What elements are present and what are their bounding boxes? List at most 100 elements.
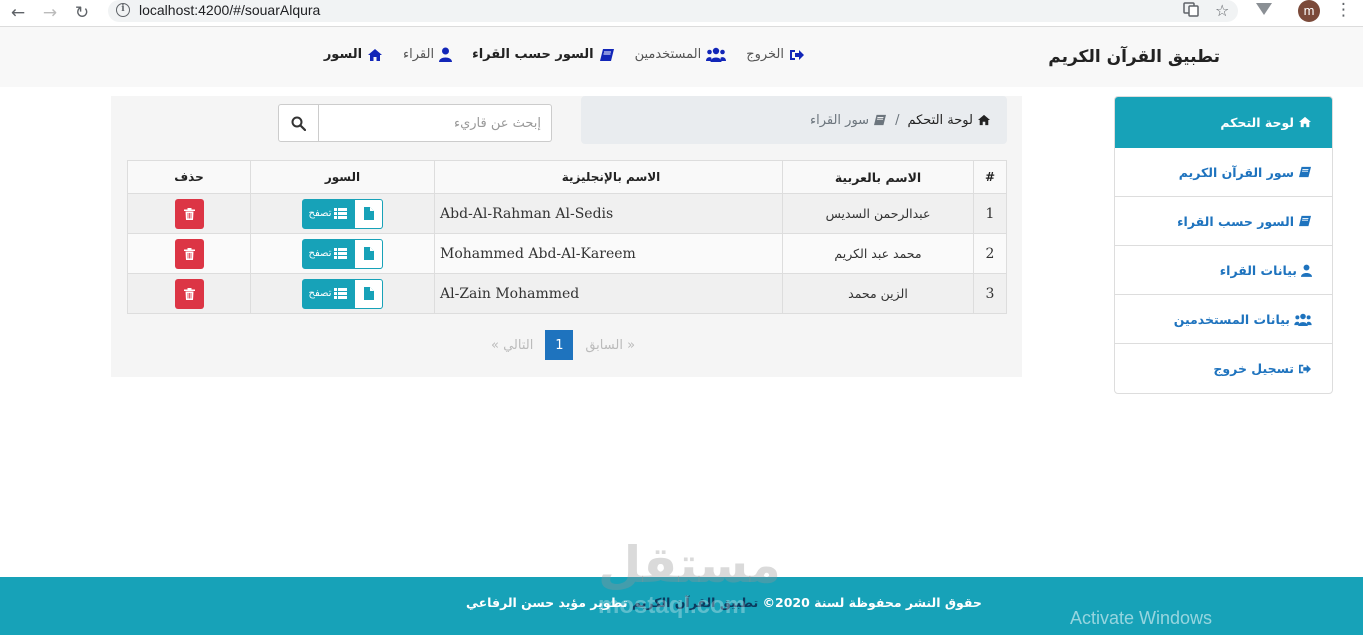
nav-link-logout[interactable]: الخروج: [746, 47, 805, 62]
bookmark-star-icon[interactable]: ☆: [1215, 1, 1229, 20]
sidebar-item-label: سور القرآن الكريم: [1178, 164, 1294, 180]
browse-label: تصفح: [308, 288, 332, 299]
browse-button[interactable]: تصفح: [301, 238, 355, 269]
table-row: 3 الزين محمد Al-Zain Mohammed تصفح: [127, 273, 1007, 314]
users-icon: [1294, 313, 1312, 326]
extension-icon[interactable]: [1256, 3, 1272, 15]
pagination-next[interactable]: التالي »: [479, 338, 545, 353]
browser-toolbar: ← → ↻ i localhost:4200/#/souarAlqura ☆ m…: [0, 0, 1363, 27]
nav-link-sour[interactable]: السور: [324, 47, 383, 62]
list-icon: [334, 248, 348, 259]
delete-button[interactable]: [174, 278, 204, 309]
table-row: 1 عبدالرحمن السديس Abd-Al-Rahman Al-Sedi…: [127, 193, 1007, 234]
sour-file-button[interactable]: [354, 278, 384, 309]
readers-table: # الاسم بالعربية الاسم بالإنجليزية السور…: [127, 160, 1007, 314]
nav-link-sour-by-readers[interactable]: السور حسب القراء: [472, 47, 615, 62]
list-icon: [334, 208, 348, 219]
nav-link-label: السور: [323, 47, 363, 62]
breadcrumb-home-label: لوحة التحكم: [907, 112, 973, 128]
url-text[interactable]: localhost:4200/#/souarAlqura: [139, 2, 320, 18]
breadcrumb: لوحة التحكم / سور القراء: [581, 96, 1007, 144]
row-sour-actions: تصفح: [250, 193, 435, 234]
sidebar-item-label: تسجيل خروج: [1213, 361, 1294, 376]
trash-icon: [183, 287, 195, 300]
sidebar-item-label: السور حسب القراء: [1177, 213, 1294, 229]
row-delete-cell: [127, 273, 251, 314]
sour-file-button[interactable]: [354, 198, 384, 229]
breadcrumb-current: سور القراء: [810, 113, 887, 128]
delete-button[interactable]: [174, 198, 204, 229]
sidebar-item-dashboard[interactable]: لوحة التحكم: [1115, 97, 1332, 148]
sign-out-icon: [789, 48, 805, 62]
sidebar-item-sour-by-readers[interactable]: السور حسب القراء: [1115, 197, 1332, 246]
site-info-icon[interactable]: i: [116, 3, 130, 17]
sidebar-item-users-data[interactable]: بيانات المستخدمين: [1115, 295, 1332, 344]
browse-label: تصفح: [308, 248, 332, 259]
sidebar-item-readers-data[interactable]: بيانات القراء: [1115, 246, 1332, 295]
row-num: 2: [973, 233, 1007, 274]
row-english-name: Al-Zain Mohammed: [434, 273, 783, 314]
profile-avatar[interactable]: m: [1298, 0, 1320, 22]
row-arabic-name: عبدالرحمن السديس: [782, 193, 974, 234]
browser-menu-icon[interactable]: ⋮: [1335, 0, 1352, 22]
pagination: « السابق 1 التالي »: [479, 330, 647, 360]
row-english-name: Abd-Al-Rahman Al-Sedis: [434, 193, 783, 234]
user-icon: [439, 47, 453, 62]
breadcrumb-current-label: سور القراء: [809, 112, 870, 128]
nav-link-users[interactable]: المستخدمين: [635, 47, 727, 62]
sidebar: لوحة التحكم سور القرآن الكريم السور حسب …: [1114, 96, 1333, 394]
navbar-links: السور القراء السور حسب القراء المستخدمين…: [324, 47, 805, 62]
nav-link-readers[interactable]: القراء: [403, 47, 453, 62]
file-icon: [363, 247, 374, 260]
file-icon: [363, 207, 374, 220]
row-arabic-name: الزين محمد: [782, 273, 974, 314]
page-root: ← → ↻ i localhost:4200/#/souarAlqura ☆ m…: [0, 0, 1363, 635]
activate-windows-notice: Activate Windows: [1070, 608, 1213, 628]
sidebar-item-quran-sour[interactable]: سور القرآن الكريم: [1115, 148, 1332, 197]
reload-icon[interactable]: ↻: [72, 3, 92, 23]
row-num: 1: [973, 193, 1007, 234]
row-delete-cell: [127, 233, 251, 274]
browse-label: تصفح: [308, 208, 332, 219]
address-bar[interactable]: i localhost:4200/#/souarAlqura ☆: [108, 0, 1238, 22]
translate-icon[interactable]: [1183, 1, 1199, 17]
home-icon: [1298, 116, 1312, 128]
list-icon: [334, 288, 348, 299]
watermark-logo: مستقل: [598, 536, 781, 594]
table-header-row: # الاسم بالعربية الاسم بالإنجليزية السور…: [127, 160, 1007, 194]
trash-icon: [183, 207, 195, 220]
search-icon: [291, 116, 306, 131]
browse-button[interactable]: تصفح: [301, 198, 355, 229]
back-arrow-icon[interactable]: ←: [8, 3, 28, 23]
header-delete: حذف: [127, 160, 251, 194]
header-num: #: [973, 160, 1007, 194]
search-group: [278, 104, 552, 142]
users-icon: [706, 47, 727, 62]
sidebar-item-label: بيانات القراء: [1219, 262, 1297, 278]
pagination-prev[interactable]: « السابق: [573, 338, 647, 353]
pagination-current-page[interactable]: 1: [545, 330, 574, 360]
book-icon: [873, 114, 887, 126]
forward-arrow-icon[interactable]: →: [40, 3, 60, 23]
book-icon: [1298, 166, 1312, 178]
search-button[interactable]: [278, 104, 319, 142]
trash-icon: [183, 247, 195, 260]
nav-link-label: القراء: [403, 47, 435, 62]
breadcrumb-separator: /: [895, 112, 900, 128]
breadcrumb-home[interactable]: لوحة التحكم: [907, 113, 991, 128]
home-icon: [977, 114, 991, 126]
footer-copyright-prefix: حقوق النشر محفوظة لسنة 2020©: [762, 595, 982, 610]
sign-out-icon: [1298, 363, 1312, 375]
sour-file-button[interactable]: [354, 238, 384, 269]
sidebar-item-logout[interactable]: تسجيل خروج: [1115, 344, 1332, 393]
book-icon: [599, 48, 615, 62]
row-delete-cell: [127, 193, 251, 234]
sidebar-item-label: لوحة التحكم: [1220, 114, 1294, 130]
browse-button[interactable]: تصفح: [301, 278, 355, 309]
search-input[interactable]: [319, 104, 552, 142]
nav-link-label: الخروج: [746, 47, 784, 62]
header-english-name: الاسم بالإنجليزية: [434, 160, 783, 194]
app-brand[interactable]: تطبيق القرآن الكريم: [1048, 47, 1220, 67]
delete-button[interactable]: [174, 238, 204, 269]
row-arabic-name: محمد عبد الكريم: [782, 233, 974, 274]
